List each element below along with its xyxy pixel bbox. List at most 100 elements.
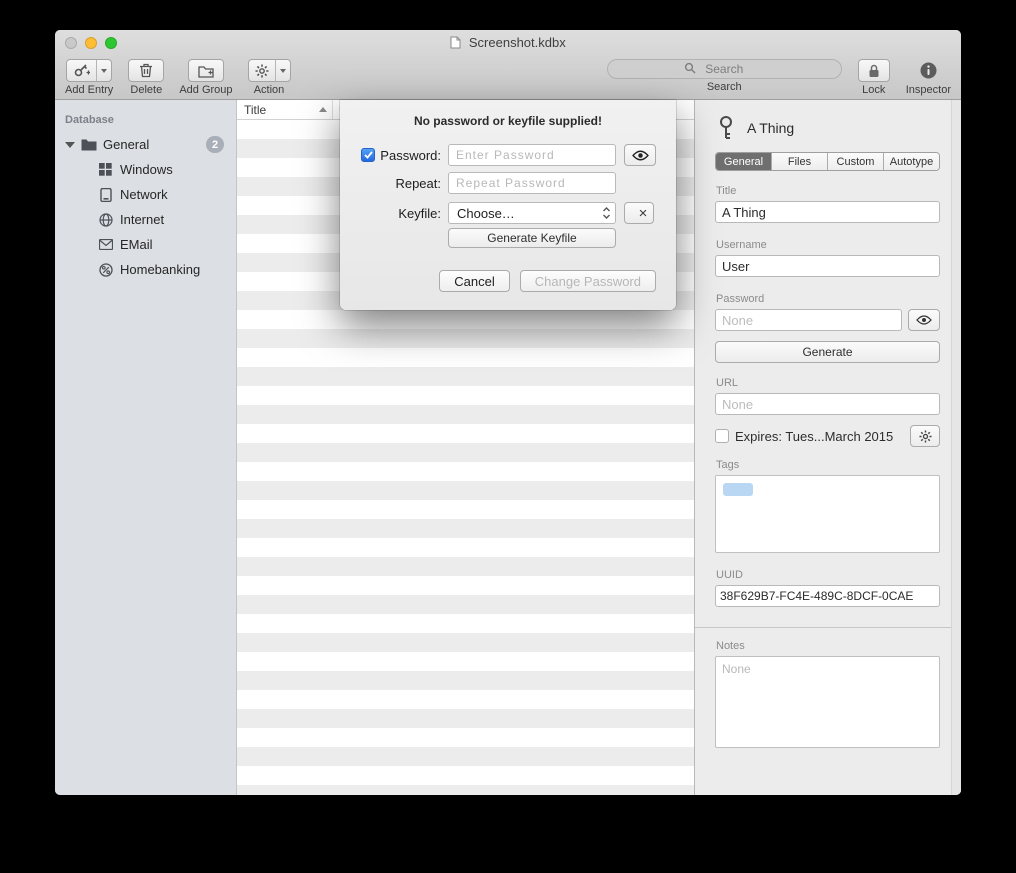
reveal-password-button[interactable]: [908, 309, 940, 331]
close-icon: ×: [639, 205, 648, 222]
generate-keyfile-button[interactable]: Generate Keyfile: [448, 228, 616, 248]
key-icon: [715, 115, 737, 141]
url-label: URL: [716, 377, 940, 389]
chevron-down-icon: [280, 69, 286, 73]
expires-label: Expires: Tues...March 2015: [735, 429, 904, 444]
tag-chip[interactable]: [723, 483, 753, 496]
keyfile-popup[interactable]: Choose…: [448, 202, 616, 224]
url-input[interactable]: [715, 393, 940, 415]
inspector-button[interactable]: [919, 59, 938, 82]
app-window: Screenshot.kdbx Add Entry: [55, 30, 961, 795]
action-dropdown[interactable]: [275, 60, 290, 81]
change-password-button[interactable]: Change Password: [520, 270, 656, 292]
tags-label: Tags: [716, 459, 940, 471]
trash-icon: [139, 63, 153, 78]
title-label: Title: [716, 185, 940, 197]
tags-box[interactable]: [715, 475, 940, 553]
search-label: Search: [707, 81, 742, 93]
expires-checkbox[interactable]: [715, 429, 729, 443]
gear-icon[interactable]: [249, 60, 275, 81]
tab-custom[interactable]: Custom: [828, 153, 884, 170]
action-button[interactable]: [248, 59, 291, 82]
windows-icon: [97, 162, 114, 177]
add-entry-button[interactable]: [66, 59, 112, 82]
sidebar-item-email[interactable]: EMail: [55, 232, 236, 257]
password-input[interactable]: [715, 309, 902, 331]
expires-settings-button[interactable]: [910, 425, 940, 447]
network-icon: [97, 187, 114, 202]
inspector-tabs: General Files Custom Autotype: [715, 152, 940, 171]
window-title: Screenshot.kdbx: [469, 35, 566, 50]
eye-icon: [916, 315, 932, 325]
folder-icon: [80, 137, 97, 152]
sidebar-item-homebanking[interactable]: Homebanking: [55, 257, 236, 282]
delete-button[interactable]: [128, 59, 164, 82]
folder-plus-icon: [198, 64, 214, 78]
password-checkbox[interactable]: [361, 148, 375, 162]
tab-files[interactable]: Files: [772, 153, 828, 170]
titlebar[interactable]: Screenshot.kdbx: [55, 30, 961, 56]
username-label: Username: [716, 239, 940, 251]
reveal-new-password-button[interactable]: [624, 144, 656, 166]
sidebar-item-general[interactable]: General 2: [55, 132, 236, 157]
sidebar-item-windows[interactable]: Windows: [55, 157, 236, 182]
sidebar-item-label: Network: [120, 187, 168, 202]
add-entry-label: Add Entry: [65, 84, 113, 96]
cancel-button[interactable]: Cancel: [439, 270, 509, 292]
section-divider: [695, 627, 961, 628]
new-password-input[interactable]: [448, 144, 616, 166]
repeat-label: Repeat:: [395, 176, 441, 191]
dialog-message: No password or keyfile supplied!: [360, 114, 656, 128]
add-group-label: Add Group: [179, 84, 232, 96]
check-icon: [364, 151, 373, 159]
keyfile-label: Keyfile:: [398, 206, 441, 221]
clear-keyfile-button[interactable]: ×: [624, 202, 654, 224]
uuid-input[interactable]: [715, 585, 940, 607]
sidebar-item-network[interactable]: Network: [55, 182, 236, 207]
sidebar-item-label: Homebanking: [120, 262, 200, 277]
document-icon: [450, 36, 461, 49]
globe-icon: [97, 212, 114, 227]
sidebar-item-label: Windows: [120, 162, 173, 177]
gear-icon: [919, 430, 932, 443]
sidebar: Database General 2 Windows Network: [55, 100, 237, 795]
sidebar-item-label: EMail: [120, 237, 153, 252]
toolbar: Add Entry Delete Add Group: [55, 56, 961, 100]
title-input[interactable]: [715, 201, 940, 223]
repeat-password-input[interactable]: [448, 172, 616, 194]
notes-textarea[interactable]: [715, 656, 940, 748]
window-title-wrap: Screenshot.kdbx: [55, 35, 961, 50]
inspector-label: Inspector: [906, 84, 951, 96]
password-label: Password: [716, 293, 940, 305]
tab-autotype[interactable]: Autotype: [884, 153, 939, 170]
count-badge: 2: [206, 136, 224, 153]
column-header-title[interactable]: Title: [237, 100, 333, 119]
homebanking-icon: [97, 262, 114, 277]
sidebar-item-label: Internet: [120, 212, 164, 227]
change-password-dialog: No password or keyfile supplied! Passwor…: [340, 100, 676, 310]
entry-title: A Thing: [747, 120, 794, 136]
lock-label: Lock: [862, 84, 885, 96]
chevron-down-icon: [101, 69, 107, 73]
action-label: Action: [254, 84, 285, 96]
notes-label: Notes: [716, 640, 940, 652]
search-input[interactable]: [607, 59, 842, 79]
inspector-panel: A Thing General Files Custom Autotype Ti…: [695, 100, 961, 795]
lock-button[interactable]: [858, 59, 890, 82]
add-group-button[interactable]: [188, 59, 224, 82]
window-header: Screenshot.kdbx Add Entry: [55, 30, 961, 100]
disclosure-triangle-icon[interactable]: [65, 142, 75, 148]
info-icon: [919, 61, 938, 80]
padlock-icon: [868, 64, 880, 78]
password-label: Password:: [380, 148, 441, 163]
key-plus-icon[interactable]: [67, 60, 96, 81]
sidebar-item-internet[interactable]: Internet: [55, 207, 236, 232]
eye-icon: [632, 150, 649, 161]
sort-ascending-icon: [319, 107, 327, 112]
add-entry-dropdown[interactable]: [96, 60, 111, 81]
tab-general[interactable]: General: [716, 153, 772, 170]
sidebar-header: Database: [55, 110, 236, 132]
generate-password-button[interactable]: Generate: [715, 341, 940, 363]
email-icon: [97, 237, 114, 252]
username-input[interactable]: [715, 255, 940, 277]
